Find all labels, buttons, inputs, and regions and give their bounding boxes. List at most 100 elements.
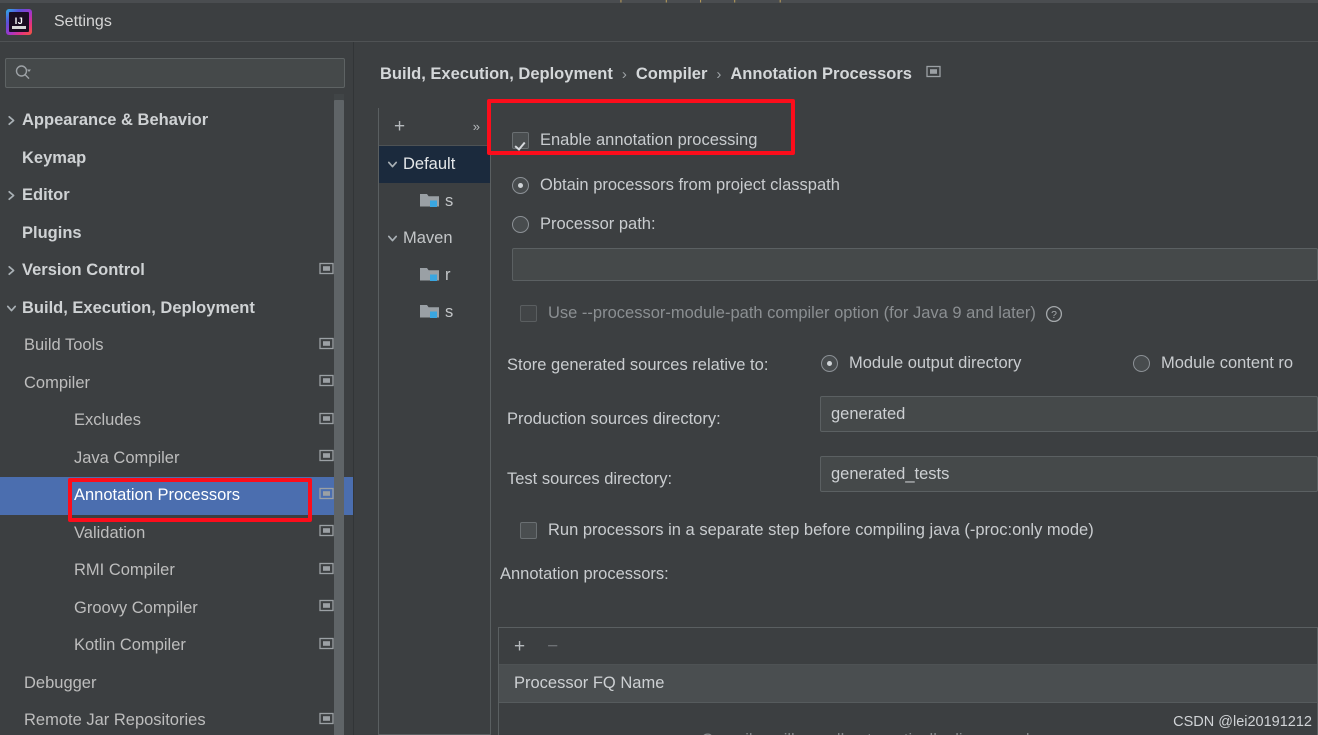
- sidebar-item-version-control[interactable]: Version Control: [0, 252, 354, 290]
- processor-path-radio[interactable]: [512, 216, 529, 233]
- annotation-processors-form: Enable annotation processing Obtain proc…: [491, 108, 1318, 735]
- project-scope-icon: [319, 411, 334, 426]
- store-relative-label: Store generated sources relative to:: [507, 356, 768, 375]
- sidebar-item-java-compiler[interactable]: Java Compiler: [0, 440, 354, 478]
- add-processor-button[interactable]: +: [514, 637, 525, 656]
- sidebar-item-plugins[interactable]: Plugins: [0, 215, 354, 253]
- sidebar-twisty[interactable]: [0, 265, 22, 276]
- profile-row[interactable]: s: [379, 183, 490, 220]
- remove-processor-button[interactable]: −: [547, 637, 558, 656]
- sidebar-item-label: RMI Compiler: [74, 561, 313, 580]
- obtain-from-classpath-radio[interactable]: [512, 177, 529, 194]
- sidebar-item-label: Debugger: [24, 674, 334, 693]
- chevron-right-icon: [6, 265, 17, 276]
- project-scope-icon: [319, 486, 334, 501]
- project-scope-icon: [319, 448, 334, 463]
- chevron-right-icon: [6, 190, 17, 201]
- sidebar-item-label: Version Control: [22, 261, 313, 280]
- sidebar-item-validation[interactable]: Validation: [0, 515, 354, 553]
- project-scope-icon-wrap: [313, 523, 334, 543]
- sidebar-item-compiler[interactable]: Compiler: [0, 365, 354, 403]
- profiles-panel: + » DefaultsMavenrs: [378, 108, 491, 735]
- project-scope-icon-wrap: [313, 486, 334, 506]
- sidebar-item-keymap[interactable]: Keymap: [0, 140, 354, 178]
- run-separate-step-row[interactable]: Run processors in a separate step before…: [520, 521, 1094, 540]
- sidebar-twisty[interactable]: [0, 115, 22, 126]
- title-bar: IJ Settings: [0, 3, 1318, 41]
- sidebar-item-rmi-compiler[interactable]: RMI Compiler: [0, 552, 354, 590]
- profile-label: s: [445, 303, 453, 322]
- store-module-content-row[interactable]: Module content ro: [1133, 354, 1293, 373]
- processor-module-path-checkbox[interactable]: [520, 305, 537, 322]
- breadcrumb-item-0[interactable]: Build, Execution, Deployment: [380, 65, 613, 84]
- profile-row[interactable]: Maven: [379, 220, 490, 257]
- sidebar-scrollbar-thumb[interactable]: [334, 100, 344, 735]
- sidebar-twisty[interactable]: [0, 678, 24, 689]
- sidebar-item-label: Validation: [74, 524, 313, 543]
- profile-twisty[interactable]: [381, 159, 403, 170]
- sidebar-item-label: Java Compiler: [74, 449, 313, 468]
- project-scope-icon: [319, 711, 334, 726]
- breadcrumb: Build, Execution, Deployment›Compiler›An…: [380, 64, 941, 84]
- project-scope-icon: [319, 336, 334, 351]
- processor-path-label: Processor path:: [540, 215, 656, 234]
- profile-label: Maven: [403, 229, 453, 248]
- processor-path-row[interactable]: Processor path:: [512, 215, 656, 234]
- sidebar-item-label: Build Tools: [24, 336, 313, 355]
- expand-profiles-button[interactable]: »: [473, 120, 478, 133]
- processor-module-path-row[interactable]: Use --processor-module-path compiler opt…: [520, 304, 1063, 323]
- processor-path-input[interactable]: [512, 248, 1318, 281]
- sidebar-item-label: Groovy Compiler: [74, 599, 313, 618]
- production-sources-input[interactable]: generated: [820, 396, 1318, 432]
- breadcrumb-item-2[interactable]: Annotation Processors: [730, 65, 912, 84]
- enable-annotation-processing-row[interactable]: Enable annotation processing: [512, 131, 757, 150]
- sidebar-item-label: Kotlin Compiler: [74, 636, 313, 655]
- sidebar-twisty[interactable]: [0, 340, 24, 351]
- project-scope-icon: [319, 598, 334, 613]
- sidebar-item-excludes[interactable]: Excludes: [0, 402, 354, 440]
- obtain-from-classpath-row[interactable]: Obtain processors from project classpath: [512, 176, 840, 195]
- sidebar-twisty[interactable]: [0, 378, 24, 389]
- chevron-down-icon: [387, 233, 398, 244]
- module-icon-wrap: [419, 191, 445, 213]
- profile-row[interactable]: r: [379, 257, 490, 294]
- breadcrumb-item-1[interactable]: Compiler: [636, 65, 708, 84]
- profile-row[interactable]: Default: [379, 146, 490, 183]
- sidebar-item-groovy-compiler[interactable]: Groovy Compiler: [0, 590, 354, 628]
- store-module-content-radio[interactable]: [1133, 355, 1150, 372]
- sidebar-item-annotation-processors[interactable]: Annotation Processors: [0, 477, 354, 515]
- project-scope-icon-wrap: [313, 261, 334, 281]
- search-field[interactable]: [5, 58, 345, 88]
- run-separate-step-checkbox[interactable]: [520, 522, 537, 539]
- sidebar-item-kotlin-compiler[interactable]: Kotlin Compiler: [0, 627, 354, 665]
- sidebar-item-build-execution-deployment[interactable]: Build, Execution, Deployment: [0, 290, 354, 328]
- settings-content-pane: Build, Execution, Deployment›Compiler›An…: [354, 42, 1318, 735]
- project-scope-icon: [319, 523, 334, 538]
- sidebar-item-remote-jar-repositories[interactable]: Remote Jar Repositories: [0, 702, 354, 735]
- module-icon: [419, 191, 440, 208]
- enable-annotation-processing-label: Enable annotation processing: [540, 131, 757, 150]
- svg-text:?: ?: [1051, 309, 1057, 321]
- sidebar-twisty[interactable]: [0, 190, 22, 201]
- breadcrumb-project-icon-wrap: [912, 64, 941, 84]
- column-header-processor-fq-name[interactable]: Processor FQ Name: [514, 674, 664, 693]
- test-sources-input[interactable]: generated_tests: [820, 456, 1318, 492]
- obtain-from-classpath-label: Obtain processors from project classpath: [540, 176, 840, 195]
- store-module-output-row[interactable]: Module output directory: [821, 354, 1021, 373]
- project-scope-icon-wrap: [313, 636, 334, 656]
- profile-twisty[interactable]: [381, 233, 403, 244]
- sidebar-item-build-tools[interactable]: Build Tools: [0, 327, 354, 365]
- settings-dialog: > | III | < | > | III | < IJ Settings Ap…: [0, 0, 1318, 735]
- sidebar-item-editor[interactable]: Editor: [0, 177, 354, 215]
- store-module-output-radio[interactable]: [821, 355, 838, 372]
- module-icon: [419, 302, 440, 319]
- sidebar-item-appearance-behavior[interactable]: Appearance & Behavior: [0, 102, 354, 140]
- enable-annotation-processing-checkbox[interactable]: [512, 132, 529, 149]
- module-icon: [419, 265, 440, 282]
- project-scope-icon: [319, 261, 334, 276]
- sidebar-twisty[interactable]: [0, 303, 22, 314]
- profile-row[interactable]: s: [379, 294, 490, 331]
- sidebar-item-debugger[interactable]: Debugger: [0, 665, 354, 703]
- help-circle-icon[interactable]: ?: [1045, 305, 1063, 323]
- add-profile-button[interactable]: +: [394, 117, 405, 136]
